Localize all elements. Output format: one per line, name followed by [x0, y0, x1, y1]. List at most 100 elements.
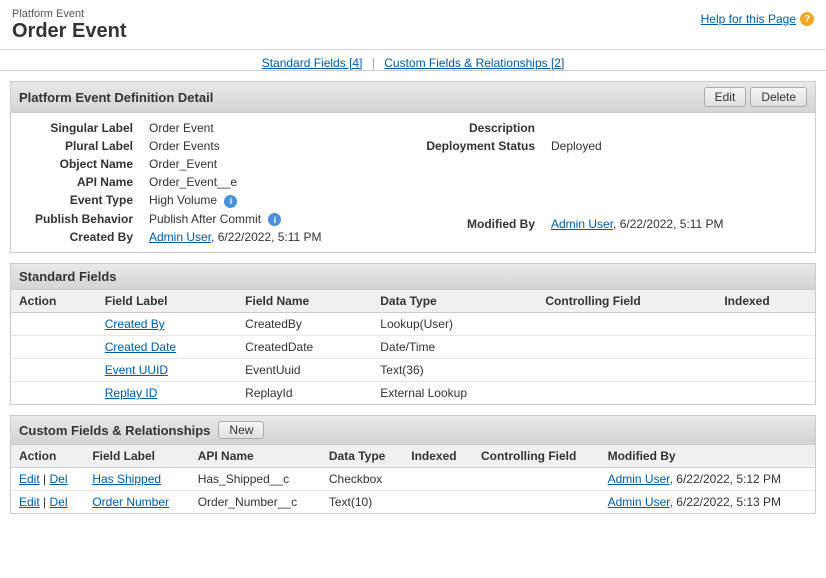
edit-button[interactable]: Edit [704, 87, 747, 107]
row-controlling-field [473, 468, 600, 491]
delete-button[interactable]: Delete [750, 87, 807, 107]
table-row: Replay ID ReplayId External Lookup [11, 382, 815, 405]
modified-by-date: , 6/22/2022, 5:11 PM [613, 217, 724, 231]
modified-by-link[interactable]: Admin User [608, 495, 670, 509]
custom-fields-header-row: Action Field Label API Name Data Type In… [11, 445, 815, 468]
row-action [11, 359, 97, 382]
modified-by-lbl: Modified By [413, 215, 543, 233]
object-name-lbl: Object Name [11, 155, 141, 173]
row-field-name: CreatedBy [237, 313, 372, 336]
del-link[interactable]: Del [49, 495, 67, 509]
help-link-text[interactable]: Help for this Page [701, 12, 796, 26]
table-row: Created Date CreatedDate Date/Time [11, 336, 815, 359]
detail-two-col: Singular Label Order Event Plural Label … [11, 119, 815, 246]
col-action: Action [11, 290, 97, 313]
row-field-label: Order Number [84, 491, 189, 514]
field-label-link[interactable]: Replay ID [105, 386, 158, 400]
col-data-type: Data Type [321, 445, 403, 468]
field-label-link[interactable]: Event UUID [105, 363, 168, 377]
row-field-name: ReplayId [237, 382, 372, 405]
help-link[interactable]: Help for this Page ? [701, 12, 814, 26]
row-action: Edit | Del [11, 491, 84, 514]
col-api-name: API Name [190, 445, 321, 468]
row-data-type: External Lookup [372, 382, 537, 405]
edit-link[interactable]: Edit [19, 472, 40, 486]
publish-behavior-row: Publish Behavior Publish After Commit i [11, 210, 413, 229]
standard-fields-thead: Action Field Label Field Name Data Type … [11, 290, 815, 313]
api-name-lbl: API Name [11, 173, 141, 191]
custom-fields-header: Custom Fields & Relationships New [11, 416, 815, 445]
row-indexed [716, 382, 815, 405]
col-indexed: Indexed [716, 290, 815, 313]
row-modified-by: Admin User, 6/22/2022, 5:13 PM [600, 491, 815, 514]
row-indexed [716, 359, 815, 382]
custom-fields-title: Custom Fields & Relationships [19, 423, 210, 438]
event-type-info-icon[interactable]: i [224, 195, 237, 208]
created-by-date: , 6/22/2022, 5:11 PM [211, 230, 322, 244]
row-indexed [716, 313, 815, 336]
col-controlling-field: Controlling Field [537, 290, 716, 313]
publish-behavior-info-icon[interactable]: i [268, 213, 281, 226]
singular-label-val: Order Event [141, 119, 413, 137]
page-title: Order Event [12, 20, 126, 43]
row-field-label: Has Shipped [84, 468, 189, 491]
table-row: Event UUID EventUuid Text(36) [11, 359, 815, 382]
col-action: Action [11, 445, 84, 468]
plural-label-val: Order Events [141, 137, 413, 155]
row-modified-by: Admin User, 6/22/2022, 5:12 PM [600, 468, 815, 491]
detail-left-grid: Singular Label Order Event Plural Label … [11, 119, 413, 246]
modified-by-link[interactable]: Admin User [608, 472, 670, 486]
row-controlling-field [537, 359, 716, 382]
api-name-val: Order_Event__e [141, 173, 413, 191]
row-action: Edit | Del [11, 468, 84, 491]
field-label-link[interactable]: Created Date [105, 340, 176, 354]
page-type: Platform Event [12, 8, 126, 20]
detail-col-left: Singular Label Order Event Plural Label … [11, 119, 413, 246]
row-field-label: Event UUID [97, 359, 237, 382]
standard-fields-header-row: Action Field Label Field Name Data Type … [11, 290, 815, 313]
row-field-name: EventUuid [237, 359, 372, 382]
detail-body: Singular Label Order Event Plural Label … [11, 113, 815, 252]
row-field-label: Created By [97, 313, 237, 336]
created-by-row: Created By Admin User, 6/22/2022, 5:11 P… [11, 228, 413, 246]
tab-standard-fields[interactable]: Standard Fields [4] [262, 56, 363, 70]
tab-custom-fields[interactable]: Custom Fields & Relationships [2] [384, 56, 564, 70]
description-val [543, 119, 815, 137]
row-action [11, 336, 97, 359]
created-by-link[interactable]: Admin User [149, 230, 211, 244]
deployment-status-lbl: Deployment Status [413, 137, 543, 155]
row-controlling-field [473, 491, 600, 514]
standard-fields-section: Standard Fields Action Field Label Field… [10, 263, 816, 405]
created-by-val: Admin User, 6/22/2022, 5:11 PM [141, 228, 413, 246]
field-label-link[interactable]: Order Number [92, 495, 169, 509]
row-field-name: CreatedDate [237, 336, 372, 359]
row-controlling-field [537, 313, 716, 336]
standard-fields-title: Standard Fields [19, 269, 117, 284]
custom-fields-tbody: Edit | Del Has Shipped Has_Shipped__c Ch… [11, 468, 815, 514]
del-link[interactable]: Del [49, 472, 67, 486]
row-data-type: Date/Time [372, 336, 537, 359]
field-label-link[interactable]: Has Shipped [92, 472, 161, 486]
col-field-label: Field Label [84, 445, 189, 468]
event-type-lbl: Event Type [11, 191, 141, 210]
field-label-link[interactable]: Created By [105, 317, 165, 331]
modified-by-row: Modified By Admin User, 6/22/2022, 5:11 … [413, 215, 815, 233]
row-indexed [716, 336, 815, 359]
event-type-row: Event Type High Volume i [11, 191, 413, 210]
standard-fields-table: Action Field Label Field Name Data Type … [11, 290, 815, 404]
singular-label-row: Singular Label Order Event [11, 119, 413, 137]
detail-section: Platform Event Definition Detail Edit De… [10, 81, 816, 253]
edit-link[interactable]: Edit [19, 495, 40, 509]
modified-by-val: Admin User, 6/22/2022, 5:11 PM [543, 215, 815, 233]
singular-label-lbl: Singular Label [11, 119, 141, 137]
row-data-type: Text(36) [372, 359, 537, 382]
nav-tabs: Standard Fields [4] | Custom Fields & Re… [0, 50, 826, 71]
nav-separator: | [372, 56, 375, 70]
spacer-row [413, 155, 815, 215]
publish-behavior-lbl: Publish Behavior [11, 210, 141, 229]
row-field-label: Created Date [97, 336, 237, 359]
modified-by-link[interactable]: Admin User [551, 217, 613, 231]
object-name-row: Object Name Order_Event [11, 155, 413, 173]
new-button[interactable]: New [218, 421, 264, 439]
plural-label-lbl: Plural Label [11, 137, 141, 155]
